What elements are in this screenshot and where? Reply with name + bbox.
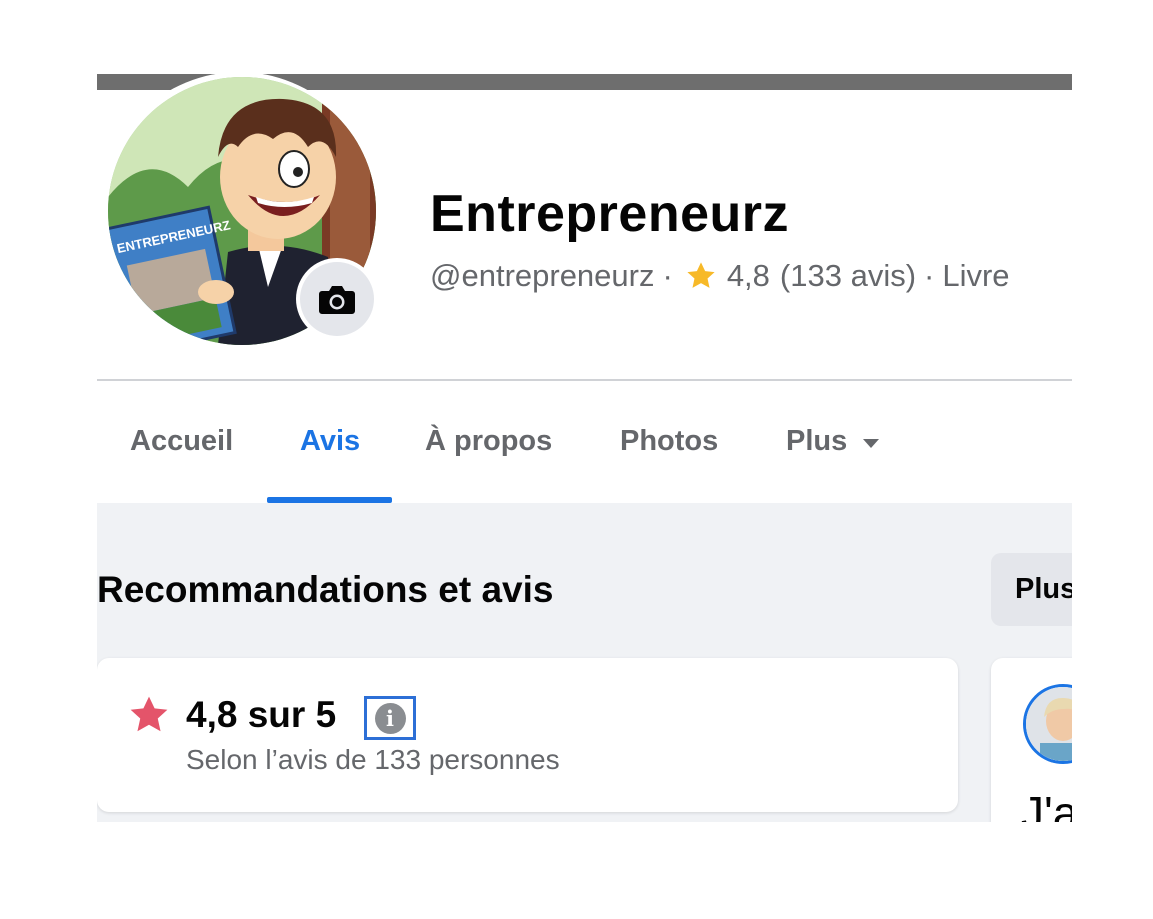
tab-reviews[interactable]: Avis (300, 381, 360, 501)
page-rating[interactable]: 4,8 (727, 258, 770, 294)
reviews-content: Recommandations et avis Plus 4,8 sur 5 i… (97, 503, 1072, 822)
rating-summary-card: 4,8 sur 5 i Selon l’avis de 133 personne… (97, 658, 958, 812)
star-icon (687, 262, 715, 288)
review-card[interactable]: J'a (991, 658, 1072, 822)
meta-separator: · (924, 258, 935, 293)
review-snippet: J'a (1021, 787, 1072, 822)
page-reviews-count[interactable]: (133 avis) (780, 258, 916, 294)
rating-value: 4,8 sur 5 (186, 694, 337, 735)
reviewer-avatar[interactable] (1023, 684, 1072, 764)
page-category[interactable]: Livre (942, 258, 1009, 294)
page-title: Entrepreneurz (430, 185, 790, 243)
rating-subtitle: Selon l’avis de 133 personnes (186, 744, 560, 775)
more-options-button[interactable]: Plus (991, 553, 1072, 626)
facebook-page: ENTREPRENEURZ Entrepreneurz @entrepreneu… (97, 74, 1072, 822)
caret-down-icon (863, 438, 880, 448)
tab-about[interactable]: À propos (425, 381, 552, 501)
tab-home[interactable]: Accueil (130, 381, 233, 501)
page-handle[interactable]: @entrepreneurz (430, 258, 654, 294)
section-title: Recommandations et avis (97, 569, 554, 610)
change-profile-picture-button[interactable] (300, 262, 374, 336)
camera-icon (319, 286, 355, 314)
tab-more[interactable]: Plus (786, 381, 880, 501)
tab-more-label: Plus (786, 424, 848, 457)
rating-info-button[interactable]: i (364, 696, 416, 740)
meta-separator: · (662, 258, 673, 293)
star-icon (130, 696, 168, 732)
tab-photos[interactable]: Photos (620, 381, 718, 501)
reviewer-photo (1026, 687, 1072, 761)
page-tabs: Accueil Avis À propos Photos Plus (97, 381, 1072, 503)
page-meta: @entrepreneurz · 4,8 (133 avis) · Livre (430, 258, 1010, 294)
info-icon: i (374, 702, 406, 734)
profile-picture-frame: ENTREPRENEURZ (100, 74, 378, 350)
